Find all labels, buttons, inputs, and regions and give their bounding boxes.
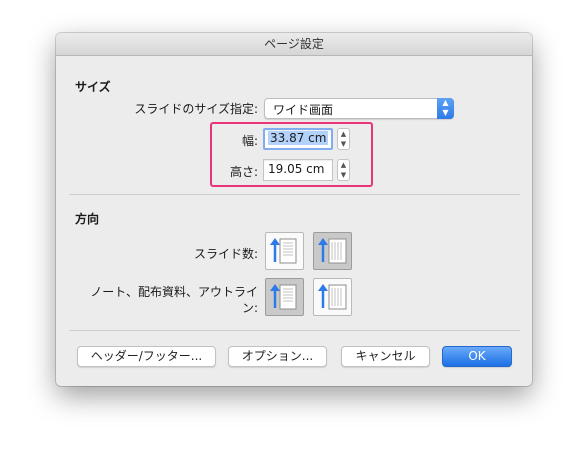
notes-landscape-option[interactable]	[313, 278, 352, 316]
dialog-title: ページ設定	[56, 33, 532, 56]
ok-button[interactable]: OK	[442, 346, 512, 367]
notes-orientation-label-continued: ン:	[241, 301, 258, 315]
height-value: 19.05 cm	[268, 162, 325, 176]
orientation-section-heading: 方向	[75, 212, 100, 226]
height-stepper[interactable]: ▲ ▼	[337, 159, 350, 181]
buttons-separator	[69, 330, 520, 331]
notes-portrait-option[interactable]	[265, 278, 304, 316]
width-value: 33.87 cm	[268, 131, 329, 145]
landscape-orientation-icon	[318, 238, 347, 264]
slide-size-value: ワイド画面	[273, 103, 334, 117]
options-button[interactable]: オプション...	[228, 346, 327, 367]
slides-portrait-option[interactable]	[265, 232, 304, 270]
chevron-up-down-icon: ▲ ▼	[437, 98, 454, 119]
size-section-heading: サイズ	[75, 80, 111, 94]
portrait-orientation-icon	[270, 238, 297, 264]
page-setup-dialog: ページ設定 サイズ スライドのサイズ指定: ワイド画面 ▲ ▼ 幅: 33.87 …	[56, 33, 532, 386]
width-stepper[interactable]: ▲ ▼	[337, 128, 350, 150]
cancel-button[interactable]: キャンセル	[341, 346, 430, 367]
height-label: 高さ:	[229, 165, 258, 179]
height-field[interactable]: 19.05 cm	[263, 159, 333, 181]
slide-size-popup[interactable]: ワイド画面 ▲ ▼	[264, 98, 454, 119]
section-separator	[69, 194, 520, 195]
notes-orientation-label: ノート、配布資料、アウトライ	[90, 285, 258, 299]
width-label: 幅:	[241, 134, 258, 148]
slide-size-label: スライドのサイズ指定:	[134, 102, 258, 116]
header-footer-button[interactable]: ヘッダー/フッター...	[77, 346, 216, 367]
landscape-orientation-icon	[318, 284, 347, 310]
slides-orientation-label: スライド数:	[193, 247, 258, 261]
portrait-orientation-icon	[270, 284, 297, 310]
slides-landscape-option[interactable]	[313, 232, 352, 270]
width-field[interactable]: 33.87 cm	[263, 128, 333, 150]
